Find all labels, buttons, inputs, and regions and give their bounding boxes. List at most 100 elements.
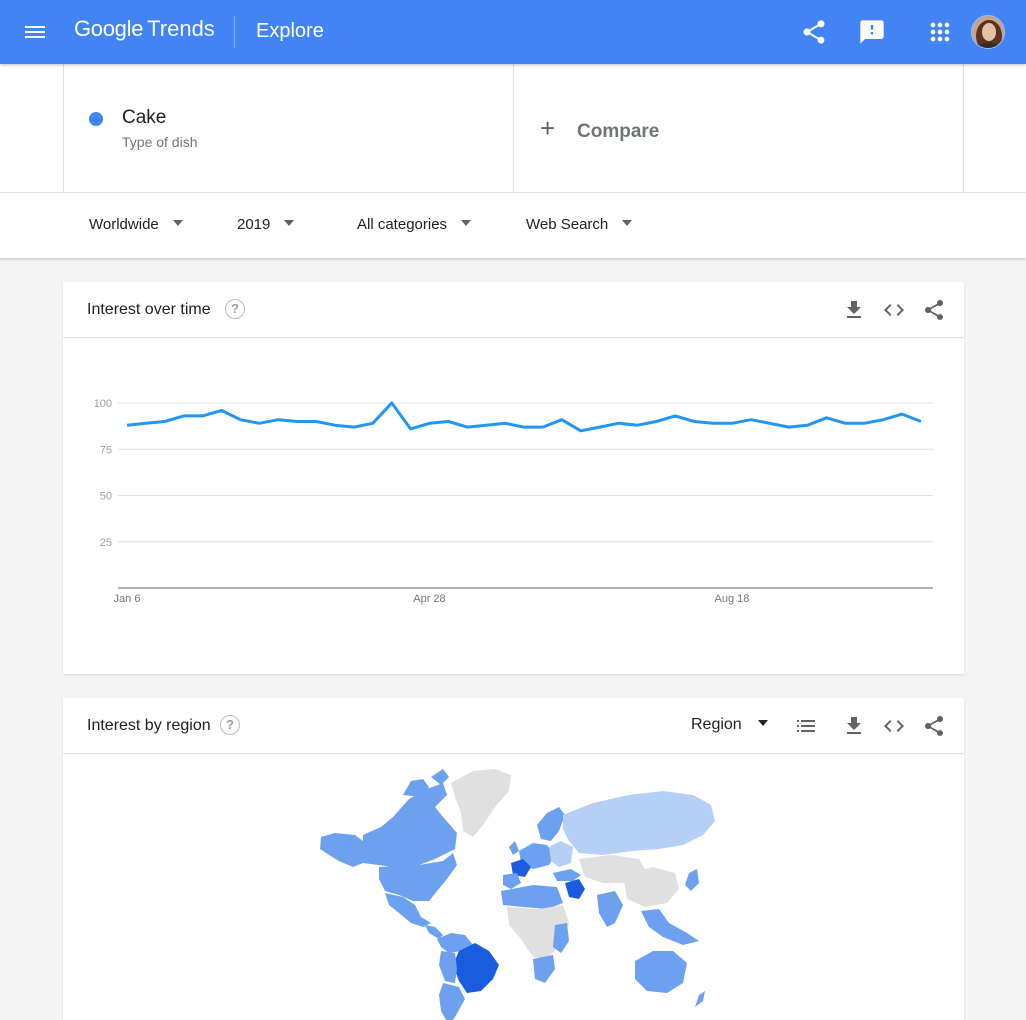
card-header: Interest over time ?: [63, 282, 964, 338]
data-point[interactable]: [880, 417, 886, 423]
data-point[interactable]: [634, 422, 640, 428]
data-point[interactable]: [370, 420, 376, 426]
data-point[interactable]: [483, 422, 489, 428]
map-region-turkey[interactable]: [553, 869, 581, 881]
data-point[interactable]: [540, 424, 546, 430]
map-region-southern-africa[interactable]: [533, 955, 555, 983]
map-region-peru-bolivia[interactable]: [439, 951, 457, 983]
data-point[interactable]: [294, 419, 300, 425]
data-point[interactable]: [729, 420, 735, 426]
map-region-alaska[interactable]: [320, 833, 363, 867]
interest-by-region-card: Interest by region ? Region: [63, 698, 964, 1020]
help-icon[interactable]: ?: [225, 299, 245, 319]
data-point[interactable]: [710, 420, 716, 426]
data-point[interactable]: [578, 428, 584, 434]
google-trends-logo[interactable]: Google Trends: [74, 16, 215, 42]
list-view-icon[interactable]: [794, 714, 818, 738]
map-region-australia[interactable]: [635, 951, 687, 993]
data-point[interactable]: [502, 420, 508, 426]
data-point[interactable]: [200, 413, 206, 419]
map-region-argentina-chile[interactable]: [439, 983, 465, 1020]
data-point[interactable]: [653, 419, 659, 425]
help-icon[interactable]: ?: [220, 715, 240, 735]
map-region-central-america[interactable]: [425, 925, 443, 939]
data-point[interactable]: [124, 422, 130, 428]
data-point[interactable]: [767, 420, 773, 426]
data-point[interactable]: [842, 420, 848, 426]
data-point[interactable]: [805, 422, 811, 428]
data-point[interactable]: [786, 424, 792, 430]
data-point[interactable]: [426, 420, 432, 426]
feedback-icon[interactable]: [858, 18, 886, 46]
map-region-japan[interactable]: [685, 869, 699, 891]
location-filter[interactable]: Worldwide: [89, 216, 183, 233]
map-region-new-zealand[interactable]: [695, 991, 705, 1007]
compare-label: Compare: [577, 121, 660, 142]
download-icon[interactable]: [842, 298, 866, 322]
map-region-east-africa[interactable]: [553, 923, 569, 953]
data-point[interactable]: [616, 420, 622, 426]
data-point[interactable]: [162, 419, 168, 425]
data-point[interactable]: [918, 419, 924, 425]
map-region-china[interactable]: [623, 867, 679, 907]
map-region-uk[interactable]: [509, 841, 519, 855]
add-icon: +: [540, 113, 556, 143]
logo-trends-text: Trends: [147, 16, 215, 41]
download-icon[interactable]: [842, 714, 866, 738]
map-region-southeast-asia[interactable]: [641, 909, 699, 945]
data-point[interactable]: [351, 424, 357, 430]
card-title: Interest by region: [87, 717, 211, 734]
data-point[interactable]: [256, 420, 262, 426]
world-map[interactable]: [63, 755, 964, 1020]
share-icon[interactable]: [922, 298, 946, 322]
data-point[interactable]: [445, 419, 451, 425]
data-point[interactable]: [408, 426, 414, 432]
data-point[interactable]: [275, 417, 281, 423]
data-point[interactable]: [597, 424, 603, 430]
map-region-india[interactable]: [597, 891, 623, 927]
data-point[interactable]: [899, 411, 905, 417]
data-point[interactable]: [237, 417, 243, 423]
menu-icon[interactable]: [22, 20, 48, 44]
data-point[interactable]: [521, 424, 527, 430]
x-tick-label: Apr 28: [413, 593, 445, 605]
data-point[interactable]: [464, 424, 470, 430]
data-point[interactable]: [861, 420, 867, 426]
app-bar: Google Trends Explore: [0, 0, 1026, 64]
data-point[interactable]: [823, 415, 829, 421]
share-icon[interactable]: [800, 18, 828, 46]
embed-icon[interactable]: [882, 714, 906, 738]
term-name: Cake: [122, 107, 167, 128]
search-term-card[interactable]: Cake Type of dish: [63, 64, 514, 193]
data-point[interactable]: [143, 420, 149, 426]
term-color-dot: [89, 112, 103, 126]
time-filter[interactable]: 2019: [237, 216, 295, 233]
data-point[interactable]: [332, 422, 338, 428]
apps-icon[interactable]: [926, 18, 954, 46]
chevron-down-icon: [284, 220, 295, 226]
chevron-down-icon: [757, 720, 768, 726]
map-region-scandinavia[interactable]: [537, 807, 565, 841]
map-region-eastern-europe[interactable]: [549, 841, 573, 867]
map-region-russia[interactable]: [563, 791, 715, 855]
compare-button[interactable]: + Compare: [514, 64, 964, 193]
interest-over-time-chart[interactable]: 25 50 75 100 Jan 6 Apr 28 Aug 18: [63, 339, 964, 674]
region-resolution-select[interactable]: Region: [691, 716, 768, 734]
category-filter[interactable]: All categories: [357, 216, 472, 233]
data-point[interactable]: [672, 413, 678, 419]
data-point[interactable]: [389, 400, 395, 406]
map-region-iran[interactable]: [565, 879, 585, 899]
data-point[interactable]: [181, 413, 187, 419]
embed-icon[interactable]: [882, 298, 906, 322]
property-filter[interactable]: Web Search: [526, 216, 633, 233]
data-point[interactable]: [748, 417, 754, 423]
time-filter-label: 2019: [237, 216, 271, 233]
share-icon[interactable]: [922, 714, 946, 738]
map-region-greenland[interactable]: [451, 769, 511, 837]
data-point[interactable]: [313, 419, 319, 425]
account-avatar[interactable]: [971, 15, 1005, 49]
data-point[interactable]: [219, 407, 225, 413]
y-tick-label: 100: [94, 398, 112, 410]
data-point[interactable]: [691, 419, 697, 425]
data-point[interactable]: [559, 417, 565, 423]
